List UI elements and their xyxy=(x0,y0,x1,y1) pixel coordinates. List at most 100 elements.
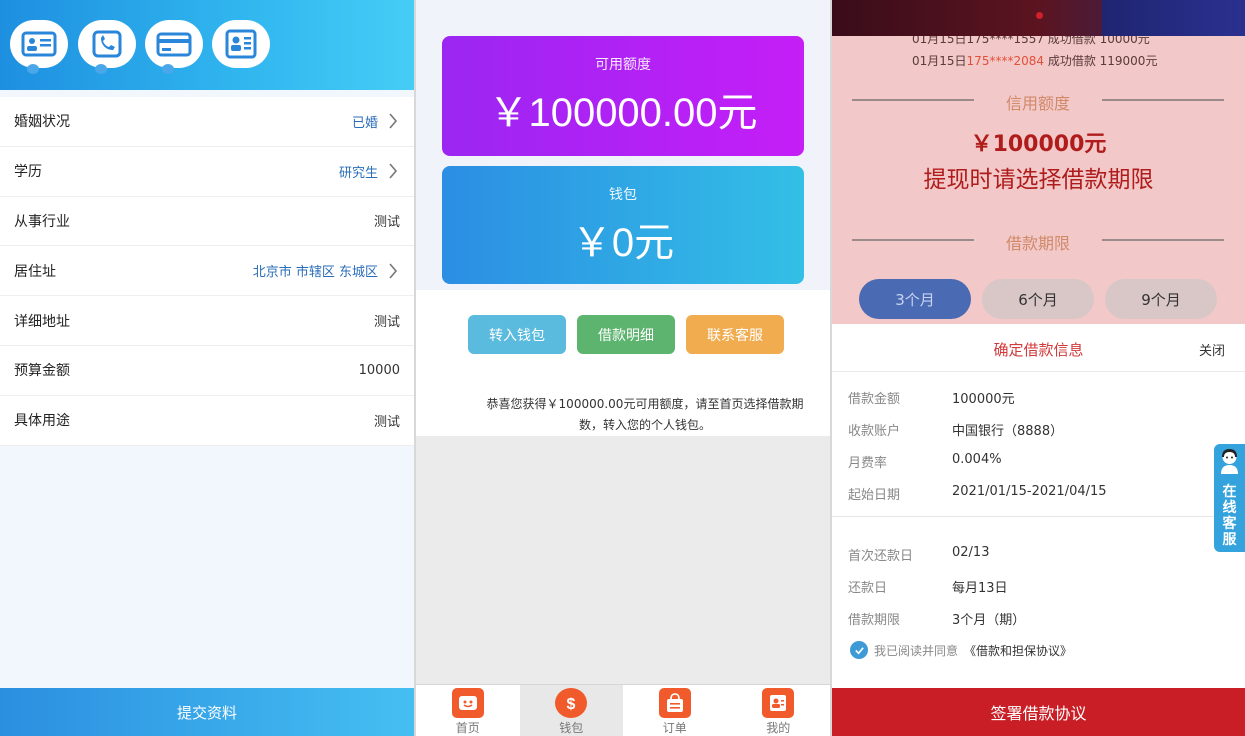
sheet-title: 确定借款信息 xyxy=(993,341,1084,359)
submit-button[interactable]: 提交资料 xyxy=(0,688,414,736)
profile-icon xyxy=(762,688,795,718)
tab-label: 钱包 xyxy=(559,721,584,735)
row-value: 测试 xyxy=(373,414,400,430)
money-bag-icon: $ xyxy=(555,688,588,718)
term-option-3-months[interactable]: 3个月 xyxy=(859,279,971,319)
chevron-right-icon xyxy=(389,263,398,279)
chevron-right-icon xyxy=(389,163,398,179)
info-value: 3个月（期） xyxy=(952,613,1026,628)
screenshot-root: 婚姻状况 已婚 学历 研究生 从事行业 测试 居住址 北京市 市辖区 东城区 详… xyxy=(0,0,1245,736)
sign-agreement-button[interactable]: 签署借款协议 xyxy=(832,688,1245,736)
tab-label: 首页 xyxy=(455,721,480,735)
loan-details-button[interactable]: 借款明细 xyxy=(577,315,675,354)
agreement-link[interactable]: 《借款和担保协议》 xyxy=(964,642,1072,659)
wallet-action-buttons: 转入钱包 借款明细 联系客服 xyxy=(468,315,788,355)
row-value: 测试 xyxy=(373,315,400,331)
row-label: 婚姻状况 xyxy=(14,114,70,131)
tab-orders[interactable]: 订单 xyxy=(623,685,727,736)
form-row-education[interactable]: 学历 研究生 xyxy=(0,147,414,197)
tab-wallet[interactable]: $ 钱包 xyxy=(519,685,623,736)
sheet-header: 确定借款信息 关闭 xyxy=(832,324,1245,372)
row-value: 北京市 市辖区 东城区 xyxy=(252,265,378,281)
close-button[interactable]: 关闭 xyxy=(1199,340,1225,359)
credit-limit-card: 可用额度 ￥100000.00元 xyxy=(442,36,804,156)
wallet-label: 钱包 xyxy=(609,187,637,203)
profile-card-icon[interactable] xyxy=(212,20,270,68)
loan-confirm-panel: 01月15日175****1557 成功借款 10000元 01月15日175*… xyxy=(832,0,1245,736)
ticker-date: 01月15日 xyxy=(912,54,967,68)
info-value: 02/13 xyxy=(952,545,990,560)
tab-label: 我的 xyxy=(766,721,791,735)
phone-contact-icon[interactable] xyxy=(78,20,136,74)
info-key: 借款期限 xyxy=(848,613,901,628)
row-label: 居住址 xyxy=(14,263,56,280)
svg-text:$: $ xyxy=(567,696,576,713)
profile-form-list: 婚姻状况 已婚 学历 研究生 从事行业 测试 居住址 北京市 市辖区 东城区 详… xyxy=(0,97,414,446)
credit-amount: ￥100000.00元 xyxy=(488,91,758,135)
info-value: 每月13日 xyxy=(952,581,1008,596)
info-value: 0.004% xyxy=(952,452,1002,467)
profile-header xyxy=(0,0,414,90)
congrats-message: 恭喜您获得￥100000.00元可用额度，请至首页选择借款期数，转入您的个人钱包… xyxy=(486,397,804,432)
term-option-9-months[interactable]: 9个月 xyxy=(1105,279,1217,319)
row-value: 研究生 xyxy=(338,165,378,181)
id-card-icon[interactable] xyxy=(10,20,68,74)
form-row-budget[interactable]: 预算金额 10000 xyxy=(0,346,414,396)
chevron-right-icon xyxy=(389,113,398,129)
form-row-marital-status[interactable]: 婚姻状况 已婚 xyxy=(0,97,414,147)
bank-card-icon[interactable] xyxy=(145,20,203,74)
top-banner xyxy=(832,0,1245,36)
tab-home[interactable]: 首页 xyxy=(416,685,520,736)
agree-text: 我已阅读并同意 xyxy=(874,643,959,658)
row-label: 预算金额 xyxy=(14,363,70,380)
form-row-industry[interactable]: 从事行业 测试 xyxy=(0,197,414,247)
profile-form-panel: 婚姻状况 已婚 学历 研究生 从事行业 测试 居住址 北京市 市辖区 东城区 详… xyxy=(0,0,414,736)
form-row-purpose[interactable]: 具体用途 测试 xyxy=(0,396,414,446)
agreement-row: 我已阅读并同意 《借款和担保协议》 xyxy=(850,640,1072,660)
term-title-text: 借款期限 xyxy=(1005,234,1070,253)
wallet-card-area: 可用额度 ￥100000.00元 钱包 ￥0元 xyxy=(416,0,830,290)
contact-support-button[interactable]: 联系客服 xyxy=(686,315,784,354)
loan-ticker-line: 01月15日175****2084 成功借款 119000元 xyxy=(912,52,1157,69)
row-value: 10000 xyxy=(358,362,400,378)
checkmark-icon[interactable] xyxy=(850,641,868,659)
info-value: 100000元 xyxy=(952,392,1015,407)
online-support-float-button[interactable]: 在线客服 xyxy=(1214,444,1245,552)
form-row-address[interactable]: 详细地址 测试 xyxy=(0,296,414,346)
wallet-panel: 可用额度 ￥100000.00元 钱包 ￥0元 转入钱包 借款明细 联系客服 恭… xyxy=(416,0,830,736)
info-key: 起始日期 xyxy=(848,488,901,503)
loan-confirm-sheet: 确定借款信息 关闭 借款金额 100000元 收款账户 中国银行（8888） 月… xyxy=(832,324,1245,736)
row-label: 从事行业 xyxy=(14,213,70,230)
info-key: 借款金额 xyxy=(848,392,901,407)
info-key: 首次还款日 xyxy=(848,549,914,564)
loan-ticker-line-partial: 01月15日175****1557 成功借款 10000元 xyxy=(912,36,1150,46)
transfer-to-wallet-button[interactable]: 转入钱包 xyxy=(468,315,566,354)
term-option-6-months[interactable]: 6个月 xyxy=(982,279,1094,319)
support-float-label: 在线客服 xyxy=(1222,484,1237,548)
row-label: 学历 xyxy=(14,164,42,181)
info-key: 收款账户 xyxy=(848,424,901,439)
info-value: 中国银行（8888） xyxy=(952,424,1064,439)
credit-amount-big: ￥100000元 xyxy=(970,132,1107,157)
row-value: 测试 xyxy=(373,215,400,231)
ticker-phone: 175****2084 xyxy=(966,54,1044,68)
row-value: 已婚 xyxy=(351,115,378,131)
term-section-title: 借款期限 xyxy=(852,230,1224,253)
sheet-divider xyxy=(832,516,1245,517)
ticker-text: 成功借款 119000元 xyxy=(1044,54,1158,68)
form-row-residence[interactable]: 居住址 北京市 市辖区 东城区 xyxy=(0,246,414,297)
wallet-content: 可用额度 ￥100000.00元 钱包 ￥0元 转入钱包 借款明细 联系客服 恭… xyxy=(416,0,830,436)
home-face-icon xyxy=(451,688,484,718)
wallet-amount: ￥0元 xyxy=(571,221,675,265)
wallet-card: 钱包 ￥0元 xyxy=(442,166,804,284)
tab-label: 订单 xyxy=(662,721,687,735)
info-key: 还款日 xyxy=(848,581,888,596)
credit-title-text: 信用额度 xyxy=(1005,94,1070,113)
loan-page-dimmed: 01月15日175****1557 成功借款 10000元 01月15日175*… xyxy=(832,0,1245,324)
order-bag-icon xyxy=(658,688,691,718)
bottom-tab-bar: 首页 $ 钱包 订单 我的 xyxy=(416,684,830,736)
support-avatar-icon xyxy=(1221,449,1238,474)
tab-mine[interactable]: 我的 xyxy=(727,685,831,736)
row-label: 详细地址 xyxy=(14,313,70,330)
credit-section-title: 信用额度 xyxy=(852,90,1224,113)
